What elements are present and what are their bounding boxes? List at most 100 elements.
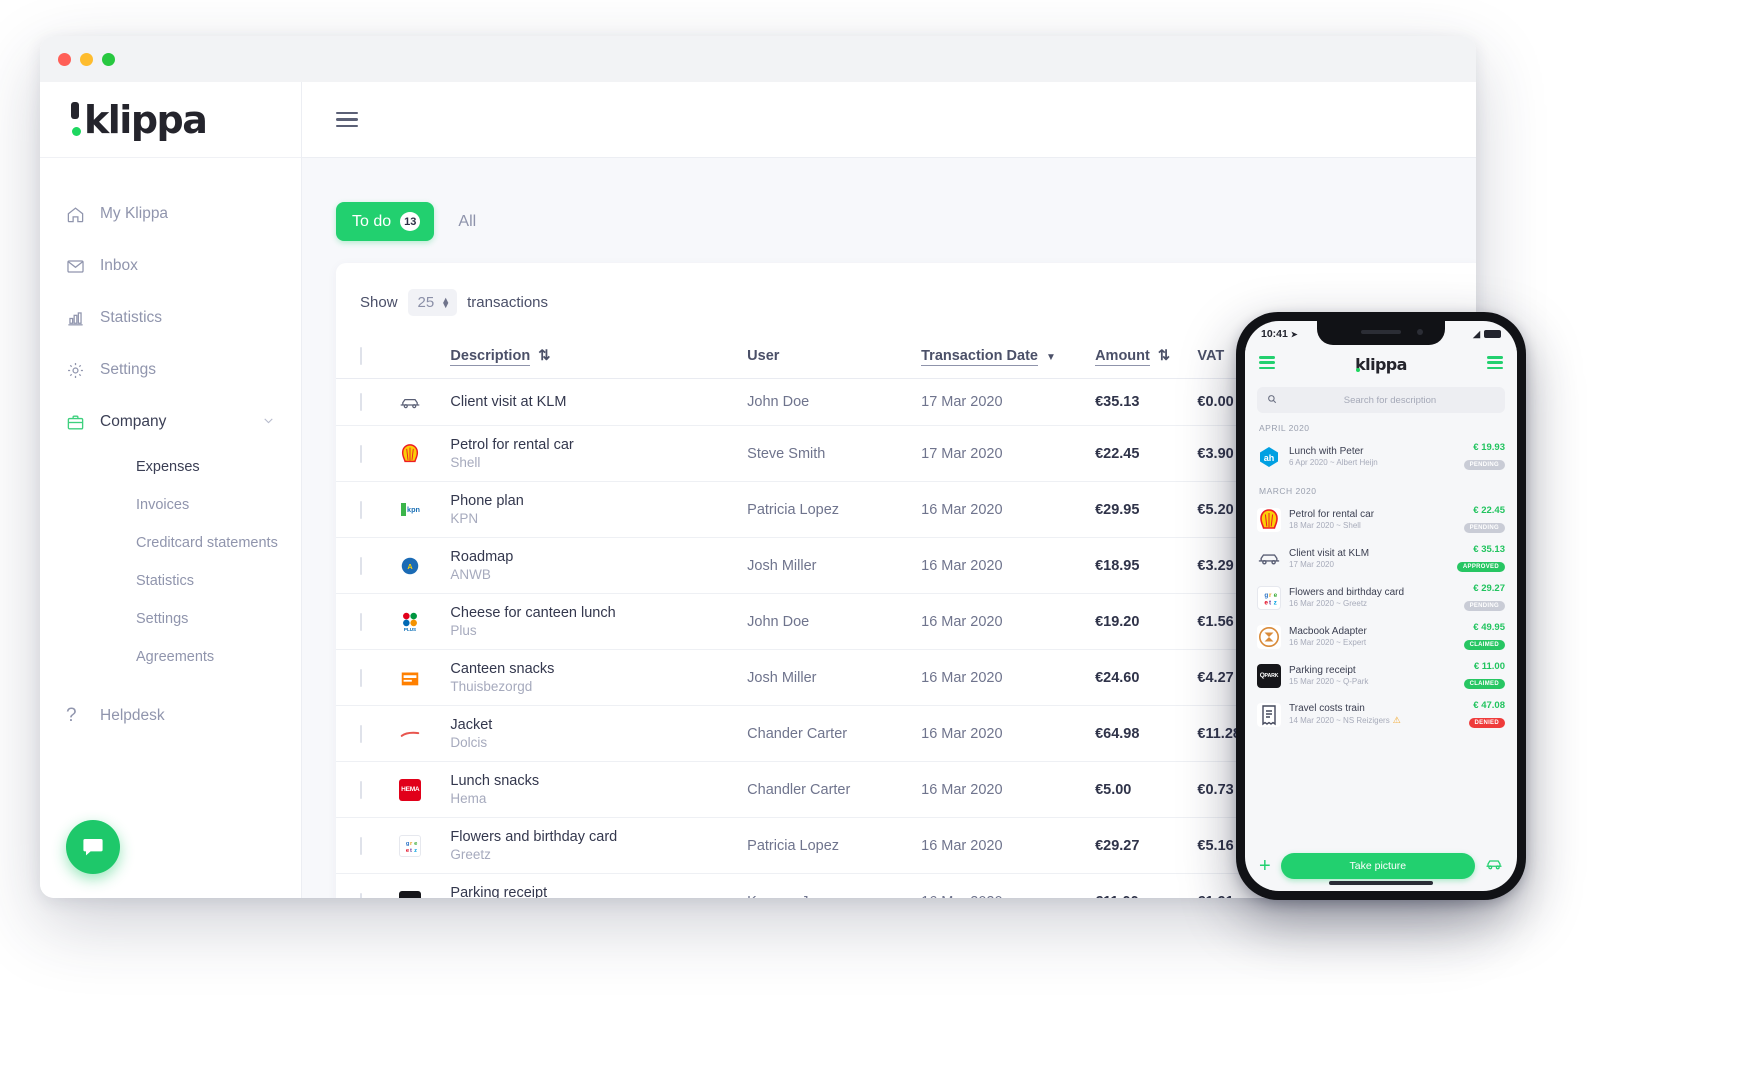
description-text: Jacket xyxy=(450,717,493,733)
row-select-cell xyxy=(336,537,392,594)
phone-search-placeholder: Search for description xyxy=(1343,394,1437,406)
tab-all[interactable]: All xyxy=(442,203,492,241)
take-picture-button[interactable]: Take picture xyxy=(1280,853,1475,879)
phone-item-amount: € 49.95 xyxy=(1473,622,1505,633)
sidebar-item-company-statistics[interactable]: Statistics xyxy=(40,562,301,600)
hamburger-icon[interactable] xyxy=(336,111,358,128)
sidebar-item-settings[interactable]: Settings xyxy=(40,344,301,396)
phone-filter-icon[interactable] xyxy=(1487,356,1503,371)
page-size-value: 25 xyxy=(417,294,435,311)
sort-desc-icon[interactable]: ▼ xyxy=(1046,352,1056,363)
kpn-logo: kpn xyxy=(399,498,422,521)
phone-item-text: Parking receipt 15 Mar 2020 ~ Q-Park xyxy=(1289,665,1456,686)
sidebar-item-invoices[interactable]: Invoices xyxy=(40,486,301,524)
phone-list-item[interactable]: Travel costs train 14 Mar 2020 ~ NS Reizi… xyxy=(1257,695,1505,734)
svg-text:PLUS: PLUS xyxy=(404,627,416,632)
phone-item-subtitle: 18 Mar 2020 ~ Shell xyxy=(1289,521,1361,530)
column-header-transaction-date[interactable]: Transaction Date ▼ xyxy=(913,338,1088,379)
sidebar-item-statistics[interactable]: Statistics xyxy=(40,292,301,344)
sidebar-item-expenses[interactable]: Expenses xyxy=(40,448,301,486)
user-cell: John Doe xyxy=(739,593,914,650)
column-header-description[interactable]: Description ⇅ xyxy=(442,338,740,379)
show-label: Show xyxy=(360,294,398,311)
svg-text:e: e xyxy=(1274,592,1278,599)
sidebar-item-agreements[interactable]: Agreements xyxy=(40,638,301,676)
page-size-stepper[interactable]: 25 ▲ ▼ xyxy=(407,289,458,316)
row-checkbox[interactable] xyxy=(360,724,362,743)
brand-logo[interactable]: klippa xyxy=(40,82,301,158)
row-select-cell xyxy=(336,649,392,706)
row-select-cell xyxy=(336,593,392,650)
description-text: Cheese for canteen lunch xyxy=(450,605,616,621)
amount-cell: €11.00 xyxy=(1087,873,1190,898)
row-checkbox[interactable] xyxy=(360,393,362,411)
transaction-date-cell: 17 Mar 2020 xyxy=(913,425,1088,482)
svg-text:e: e xyxy=(414,841,418,847)
phone-list-item[interactable]: Client visit at KLM 17 Mar 2020 € 35.13 APP… xyxy=(1257,539,1505,578)
phone-list-item[interactable]: Macbook Adapter 16 Mar 2020 ~ Expert € 49.… xyxy=(1257,617,1505,656)
merchant-logo-cell: PLUS xyxy=(391,593,443,650)
phone-list-item[interactable]: g r e e t z Flowers and birthday card 16 Mar 20… xyxy=(1257,578,1505,617)
sidebar-item-my-klippa[interactable]: My Klippa xyxy=(40,188,301,240)
sort-icon[interactable]: ⇅ xyxy=(538,348,550,364)
user-cell: Chandler Carter xyxy=(739,761,914,818)
tab-todo-label: To do xyxy=(352,212,392,230)
phone-list-item[interactable]: Petrol for rental car 18 Mar 2020 ~ Shell… xyxy=(1257,500,1505,539)
description-cell: Petrol for rental car Shell xyxy=(442,425,740,482)
home-icon xyxy=(66,205,100,224)
logo-header xyxy=(391,338,443,379)
transaction-date-cell: 17 Mar 2020 xyxy=(913,378,1088,426)
sidebar-item-helpdesk[interactable]: ? Helpdesk xyxy=(40,690,301,742)
phone-list-item[interactable]: QPARK Parking receipt 15 Mar 2020 ~ Q-Park… xyxy=(1257,656,1505,695)
logo-bar-shape xyxy=(71,101,79,119)
phone-item-subtitle: 15 Mar 2020 ~ Q-Park xyxy=(1289,677,1369,686)
chat-bubble-icon[interactable] xyxy=(66,820,120,874)
minimize-button[interactable] xyxy=(80,52,93,66)
row-checkbox[interactable] xyxy=(360,836,362,855)
car-icon[interactable] xyxy=(1485,857,1503,875)
phone-month-header: APRIL 2020 xyxy=(1259,423,1310,433)
row-checkbox[interactable] xyxy=(360,556,362,575)
phone-search-bar[interactable]: Search for description xyxy=(1257,387,1505,413)
sidebar-item-company-settings[interactable]: Settings xyxy=(40,600,301,638)
sidebar: klippa My Klippa Inbox Statistics Settin… xyxy=(40,82,302,898)
sort-icon[interactable]: ⇅ xyxy=(1158,348,1170,364)
phone-screen: 10:41 ➤ ◢ klippa Search for description … xyxy=(1245,321,1517,891)
phone-item-text: Lunch with Peter 6 Apr 2020 ~ Albert Heij… xyxy=(1289,446,1456,467)
phone-item-text: Petrol for rental car 18 Mar 2020 ~ Shell xyxy=(1289,509,1456,530)
transaction-date-cell: 16 Mar 2020 xyxy=(913,817,1088,874)
select-all-checkbox[interactable] xyxy=(360,347,362,365)
phone-status-badge: PENDING xyxy=(1463,601,1505,611)
user-cell: Josh Miller xyxy=(739,537,914,594)
row-checkbox[interactable] xyxy=(360,780,362,799)
phone-item-text: Flowers and birthday card 16 Mar 2020 ~ G… xyxy=(1289,587,1456,608)
top-bar xyxy=(302,82,1476,158)
amount-cell: €64.98 xyxy=(1087,705,1190,762)
row-checkbox[interactable] xyxy=(360,500,362,519)
phone-expense-list[interactable]: APRIL 2020 ah Lunch with Peter 6 Apr 2020 ~… xyxy=(1245,413,1517,841)
amount-cell: €35.13 xyxy=(1087,378,1190,426)
row-checkbox[interactable] xyxy=(360,668,362,687)
merchant-name: ANWB xyxy=(450,567,491,582)
row-checkbox[interactable] xyxy=(360,892,362,898)
close-button[interactable] xyxy=(58,52,71,66)
phone-status-bar: 10:41 ➤ ◢ xyxy=(1245,321,1517,347)
row-checkbox[interactable] xyxy=(360,444,362,463)
sidebar-item-creditcard-statements[interactable]: Creditcard statements xyxy=(40,524,301,562)
sidebar-item-label: Settings xyxy=(100,361,157,378)
phone-status-badge: APPROVED xyxy=(1456,562,1505,572)
sidebar-item-inbox[interactable]: Inbox xyxy=(40,240,301,292)
car-icon xyxy=(1257,547,1281,571)
description-text: Petrol for rental car xyxy=(450,437,574,453)
row-checkbox[interactable] xyxy=(360,612,362,631)
plus-icon[interactable]: + xyxy=(1259,855,1271,878)
maximize-button[interactable] xyxy=(102,52,115,66)
description-cell: Canteen snacks Thuisbezorgd xyxy=(442,649,740,706)
column-header-user[interactable]: User xyxy=(739,338,914,379)
column-header-amount[interactable]: Amount ⇅ xyxy=(1087,338,1190,379)
tab-todo[interactable]: To do 13 xyxy=(336,202,435,241)
phone-list-item[interactable]: ah Lunch with Peter 6 Apr 2020 ~ Albert He… xyxy=(1257,437,1505,476)
sidebar-item-company[interactable]: Company xyxy=(40,396,301,448)
phone-header: klippa xyxy=(1245,347,1517,381)
phone-menu-icon[interactable] xyxy=(1259,356,1275,371)
